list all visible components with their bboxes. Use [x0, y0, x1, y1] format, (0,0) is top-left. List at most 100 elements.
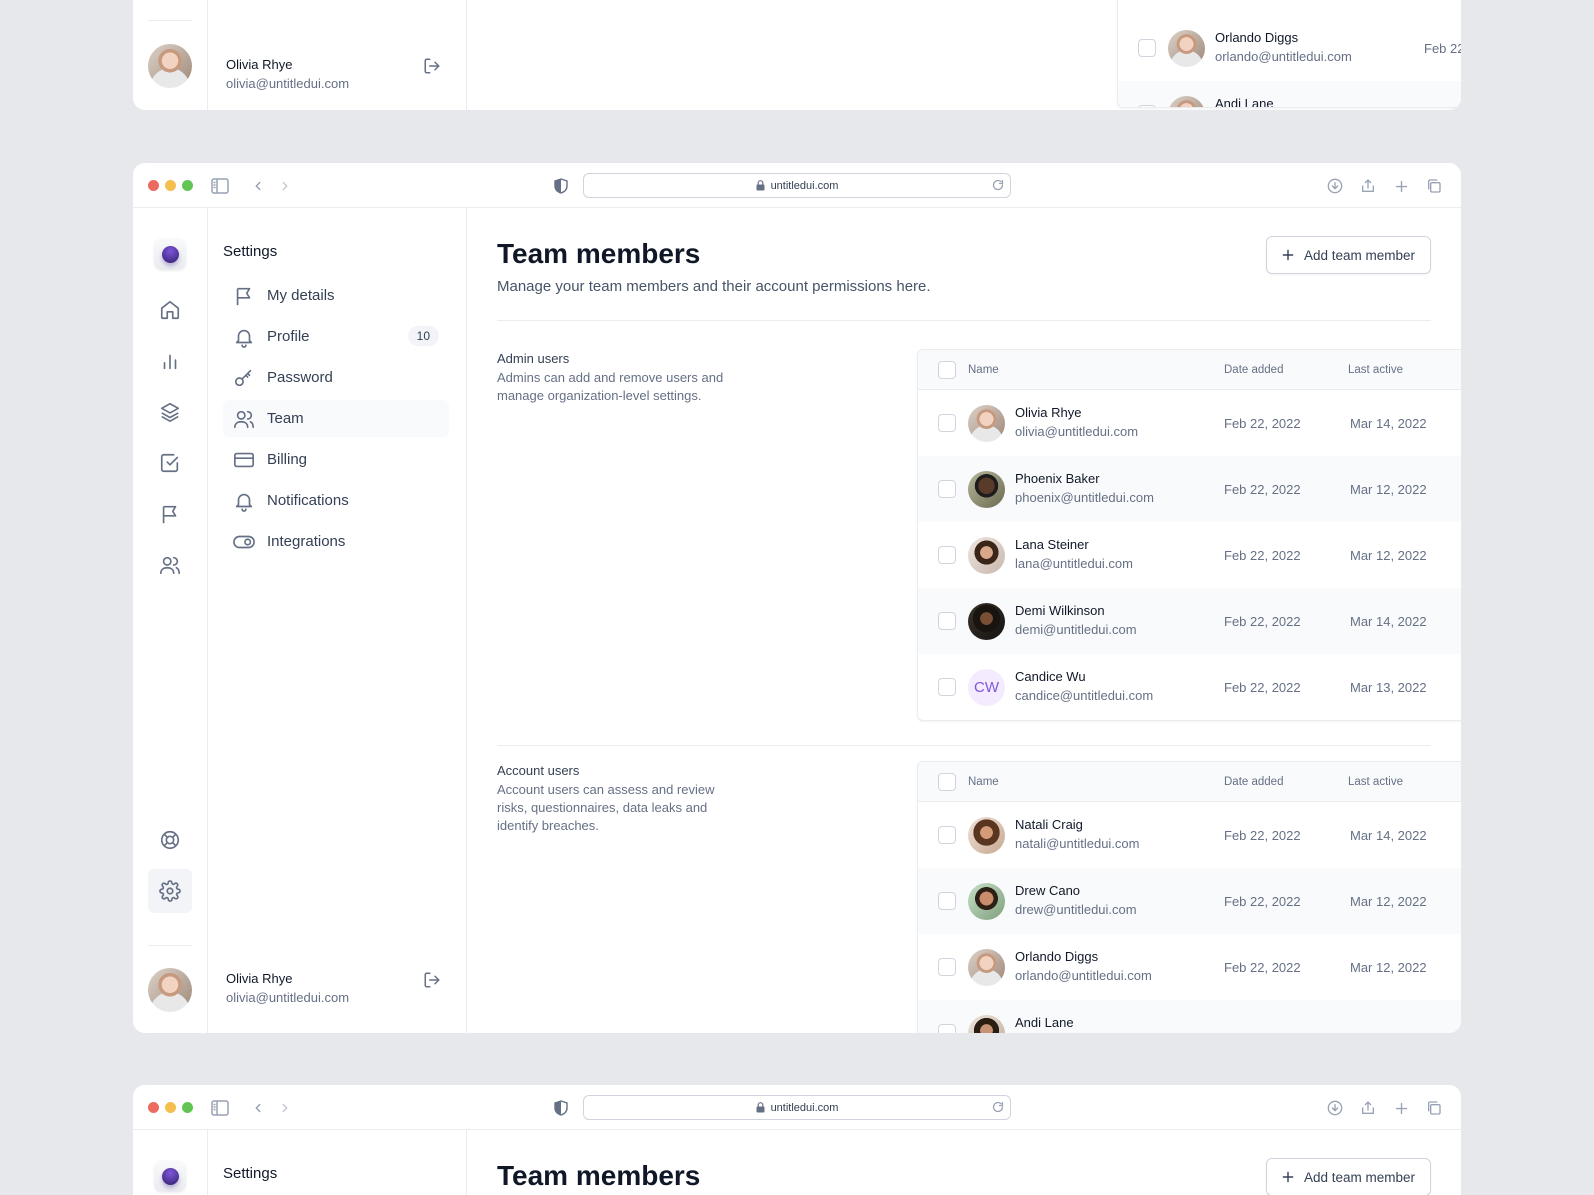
table-row[interactable]: Drew Cano drew@untitledui.com Feb 22, 20… — [918, 868, 1461, 934]
minimize-window-button[interactable] — [165, 1102, 176, 1113]
logo[interactable] — [154, 1160, 186, 1192]
home-icon[interactable] — [148, 288, 192, 332]
users-icon — [233, 408, 255, 430]
select-all-checkbox[interactable] — [938, 361, 956, 379]
member-name: Orlando Diggs — [1015, 949, 1099, 964]
address-bar[interactable]: untitledui.com — [583, 173, 1011, 198]
close-window-button[interactable] — [148, 180, 159, 191]
bar-chart-icon[interactable] — [148, 339, 192, 383]
table-row[interactable]: Andi Lane — [1118, 81, 1461, 107]
last-active: Mar 14, 2022 — [1350, 416, 1427, 431]
new-tab-icon[interactable] — [1389, 1096, 1413, 1120]
shield-icon[interactable] — [549, 1096, 573, 1120]
table-row[interactable]: Olivia Rhye olivia@untitledui.com Feb 22… — [918, 390, 1461, 456]
settings-nav: Settings — [208, 1130, 467, 1195]
nav-item-label: Integrations — [267, 533, 346, 550]
sidebar-toggle-icon[interactable] — [208, 1096, 232, 1120]
select-all-checkbox[interactable] — [938, 773, 956, 791]
minimize-window-button[interactable] — [165, 180, 176, 191]
last-active: Mar 12, 2022 — [1350, 894, 1427, 909]
tabs-overview-icon[interactable] — [1422, 174, 1446, 198]
column-header-name[interactable]: Name — [968, 364, 999, 376]
nav-item-integrations[interactable]: Integrations — [223, 523, 449, 560]
close-window-button[interactable] — [148, 1102, 159, 1113]
member-email: orlando@untitledui.com — [1215, 49, 1352, 64]
logout-icon[interactable] — [423, 57, 441, 75]
tabs-overview-icon[interactable] — [1422, 1096, 1446, 1120]
table-header: Name Date added Last active — [918, 762, 1461, 802]
maximize-window-button[interactable] — [182, 180, 193, 191]
forward-icon[interactable] — [273, 174, 297, 198]
member-name: Natali Craig — [1015, 817, 1083, 832]
table-row[interactable]: Phoenix Baker phoenix@untitledui.com Feb… — [918, 456, 1461, 522]
sidebar-toggle-icon[interactable] — [208, 174, 232, 198]
column-header-last-active[interactable]: Last active — [1348, 364, 1403, 376]
flag-icon[interactable] — [148, 492, 192, 536]
table-row[interactable]: Orlando Diggs orlando@untitledui.com Feb… — [1118, 15, 1461, 81]
table-row[interactable]: Orlando Diggs orlando@untitledui.com Feb… — [918, 934, 1461, 1000]
column-header-name[interactable]: Name — [968, 776, 999, 788]
address-bar[interactable]: untitledui.com — [583, 1095, 1011, 1120]
row-checkbox[interactable] — [938, 1024, 956, 1033]
logout-icon[interactable] — [423, 971, 441, 989]
table-row[interactable]: Natali Craig natali@untitledui.com Feb 2… — [918, 802, 1461, 868]
member-name: Demi Wilkinson — [1015, 603, 1105, 618]
settings-icon[interactable] — [148, 869, 192, 913]
row-checkbox[interactable] — [1138, 39, 1156, 57]
table-header: Name Date added Last active — [918, 350, 1461, 390]
nav-item-team[interactable]: Team — [223, 400, 449, 437]
member-name: Drew Cano — [1015, 883, 1081, 898]
share-icon[interactable] — [1356, 174, 1380, 198]
table-row[interactable]: Lana Steiner lana@untitledui.com Feb 22,… — [918, 522, 1461, 588]
download-icon[interactable] — [1323, 1096, 1347, 1120]
row-checkbox[interactable] — [938, 546, 956, 564]
row-checkbox[interactable] — [938, 826, 956, 844]
table-row[interactable]: Andi Lane — [918, 1000, 1461, 1033]
table-row[interactable]: CW Candice Wu candice@untitledui.com Feb… — [918, 654, 1461, 720]
main-content: Team members Add team member — [467, 1130, 1461, 1195]
users-icon[interactable] — [148, 543, 192, 587]
date-added: Feb 22, 2022 — [1224, 680, 1301, 695]
forward-icon[interactable] — [273, 1096, 297, 1120]
account-table-top: Orlando Diggs orlando@untitledui.com Feb… — [1117, 0, 1461, 108]
column-header-date-added[interactable]: Date added — [1224, 364, 1283, 376]
download-icon[interactable] — [1323, 174, 1347, 198]
layers-icon[interactable] — [148, 390, 192, 434]
back-icon[interactable] — [246, 1096, 270, 1120]
row-checkbox[interactable] — [938, 958, 956, 976]
share-icon[interactable] — [1356, 1096, 1380, 1120]
life-buoy-icon[interactable] — [148, 818, 192, 862]
member-name: Candice Wu — [1015, 669, 1086, 684]
flag-icon — [233, 285, 255, 307]
account-users-table: Name Date added Last active Natali Craig… — [917, 761, 1461, 1033]
url-text: untitledui.com — [770, 179, 839, 192]
row-checkbox[interactable] — [1138, 105, 1156, 107]
logo[interactable] — [154, 238, 186, 270]
row-checkbox[interactable] — [938, 612, 956, 630]
row-checkbox[interactable] — [938, 414, 956, 432]
nav-item-notifications[interactable]: Notifications — [223, 482, 449, 519]
row-checkbox[interactable] — [938, 892, 956, 910]
add-team-member-button[interactable]: Add team member — [1265, 1158, 1431, 1195]
browser-toolbar: untitledui.com — [133, 163, 1461, 208]
nav-item-profile[interactable]: Profile 10 — [223, 318, 449, 355]
maximize-window-button[interactable] — [182, 1102, 193, 1113]
reload-icon[interactable] — [992, 1101, 1004, 1113]
avatar — [968, 949, 1005, 986]
table-row[interactable]: Demi Wilkinson demi@untitledui.com Feb 2… — [918, 588, 1461, 654]
nav-item-password[interactable]: Password — [223, 359, 449, 396]
back-icon[interactable] — [246, 174, 270, 198]
new-tab-icon[interactable] — [1389, 174, 1413, 198]
reload-icon[interactable] — [992, 179, 1004, 191]
check-square-icon[interactable] — [148, 441, 192, 485]
column-header-date-added[interactable]: Date added — [1224, 776, 1283, 788]
toggle-icon — [233, 531, 255, 553]
row-checkbox[interactable] — [938, 480, 956, 498]
member-name: Lana Steiner — [1015, 537, 1089, 552]
add-team-member-button[interactable]: Add team member — [1265, 236, 1431, 274]
nav-item-billing[interactable]: Billing — [223, 441, 449, 478]
column-header-last-active[interactable]: Last active — [1348, 776, 1403, 788]
row-checkbox[interactable] — [938, 678, 956, 696]
nav-item-my-details[interactable]: My details — [223, 277, 449, 314]
shield-icon[interactable] — [549, 174, 573, 198]
